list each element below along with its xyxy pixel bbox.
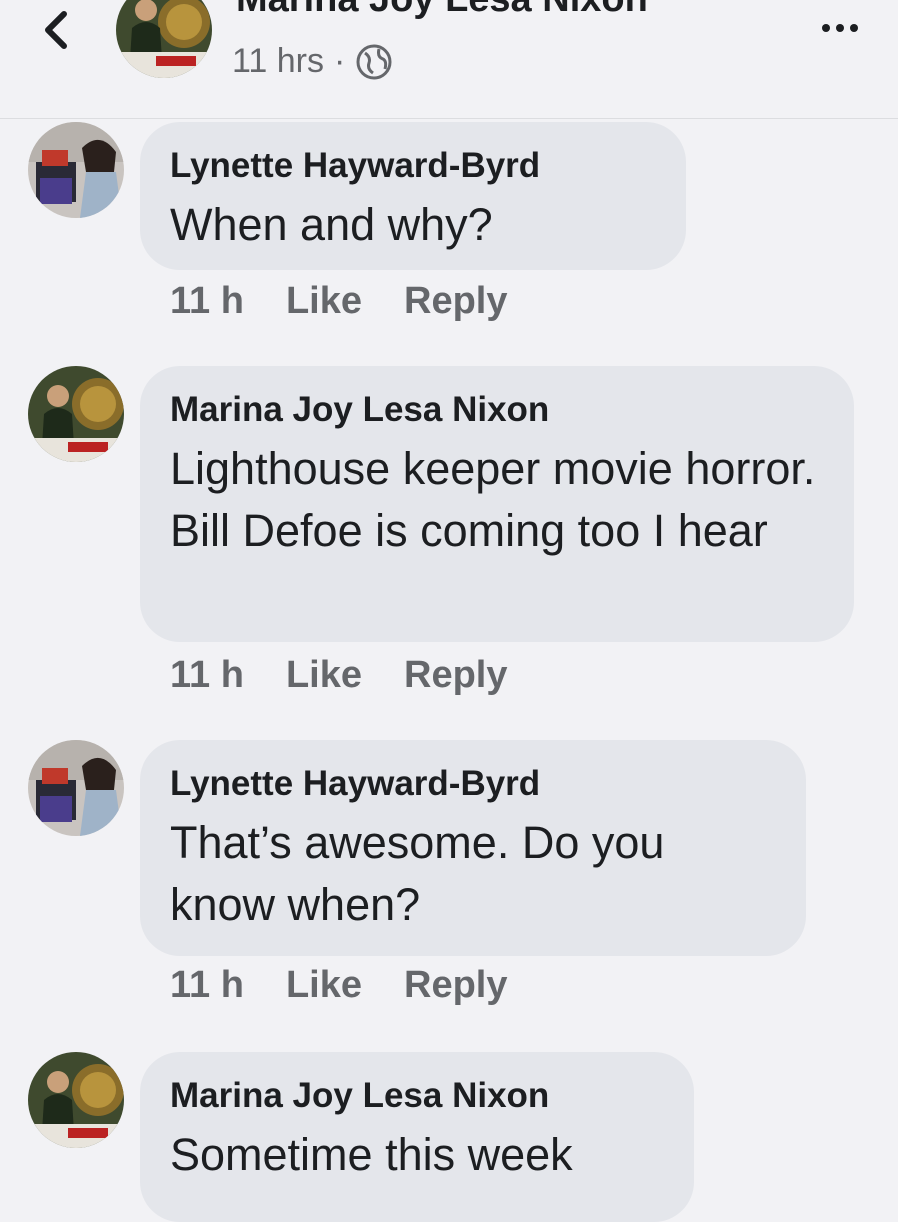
post-author-avatar[interactable] bbox=[116, 0, 212, 78]
back-button[interactable] bbox=[30, 2, 86, 58]
more-horizontal-icon bbox=[822, 24, 858, 32]
comment-time[interactable]: 11 h bbox=[170, 280, 244, 323]
commenter-avatar[interactable] bbox=[28, 1052, 124, 1148]
comment-time[interactable]: 11 h bbox=[170, 654, 244, 697]
post-header: Marina Joy Lesa Nixon 11 hrs · bbox=[0, 0, 898, 119]
comment-text: When and why? bbox=[170, 199, 493, 250]
reply-button[interactable]: Reply bbox=[404, 654, 507, 697]
comment-author[interactable]: Marina Joy Lesa Nixon bbox=[170, 1074, 664, 1118]
comment-bubble[interactable]: Marina Joy Lesa Nixon Lighthouse keeper … bbox=[140, 366, 854, 642]
comment-author[interactable]: Marina Joy Lesa Nixon bbox=[170, 388, 824, 432]
comment-time[interactable]: 11 h bbox=[170, 964, 244, 1007]
like-button[interactable]: Like bbox=[286, 964, 362, 1007]
chevron-left-icon bbox=[45, 11, 67, 49]
reply-button[interactable]: Reply bbox=[404, 280, 507, 323]
reply-button[interactable]: Reply bbox=[404, 964, 507, 1007]
comment-actions: 11 h Like Reply bbox=[170, 280, 507, 323]
commenter-avatar[interactable] bbox=[28, 740, 124, 836]
comment-text: Sometime this week bbox=[170, 1129, 573, 1180]
comment-text: Lighthouse keeper movie horror. Bill Def… bbox=[170, 443, 816, 556]
comment-author[interactable]: Lynette Hayward-Byrd bbox=[170, 144, 656, 188]
commenter-avatar[interactable] bbox=[28, 366, 124, 462]
globe-icon bbox=[356, 44, 392, 79]
comment-actions: 11 h Like Reply bbox=[170, 964, 507, 1007]
comment-text: That’s awesome. Do you know when? bbox=[170, 817, 665, 930]
meta-separator: · bbox=[333, 42, 346, 80]
post-time[interactable]: 11 hrs bbox=[232, 42, 324, 81]
more-options-button[interactable] bbox=[818, 6, 862, 50]
comment-actions: 11 h Like Reply bbox=[170, 654, 507, 697]
comment-author[interactable]: Lynette Hayward-Byrd bbox=[170, 762, 776, 806]
post-author-name[interactable]: Marina Joy Lesa Nixon bbox=[236, 0, 648, 21]
commenter-avatar[interactable] bbox=[28, 122, 124, 218]
comment-bubble[interactable]: Marina Joy Lesa Nixon Sometime this week bbox=[140, 1052, 694, 1222]
post-meta: 11 hrs · bbox=[232, 42, 393, 81]
comment-bubble[interactable]: Lynette Hayward-Byrd When and why? bbox=[140, 122, 686, 270]
like-button[interactable]: Like bbox=[286, 654, 362, 697]
like-button[interactable]: Like bbox=[286, 280, 362, 323]
comment-bubble[interactable]: Lynette Hayward-Byrd That’s awesome. Do … bbox=[140, 740, 806, 956]
